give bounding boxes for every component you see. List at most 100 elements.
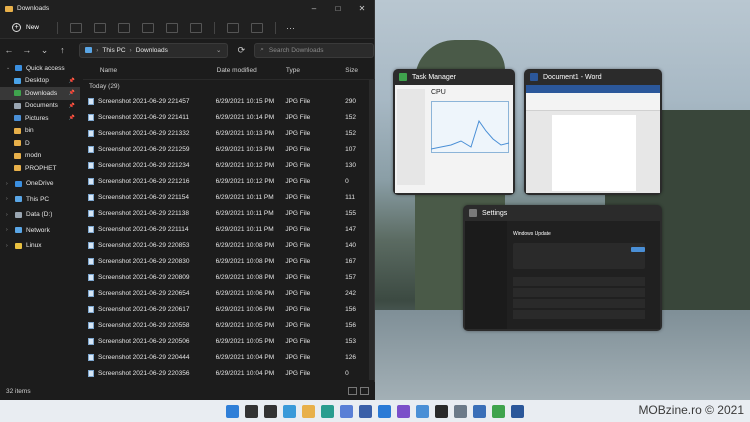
sidebar-item[interactable]: modn xyxy=(0,150,80,163)
table-row[interactable]: Screenshot 2021-06-29 220830 6/29/2021 10… xyxy=(83,253,375,269)
sidebar-item[interactable]: bin xyxy=(0,125,80,138)
table-row[interactable]: Screenshot 2021-06-29 221114 6/29/2021 10… xyxy=(83,221,375,237)
photos-icon[interactable] xyxy=(416,404,429,418)
address-dropdown-icon[interactable]: ⌄ xyxy=(216,46,221,54)
paste-icon[interactable] xyxy=(118,22,131,33)
terminal-icon[interactable] xyxy=(435,404,448,418)
details-view-icon[interactable] xyxy=(348,387,357,395)
file-type: JPG File xyxy=(285,257,311,265)
snip-icon[interactable] xyxy=(473,404,486,418)
window-title: Downloads xyxy=(17,5,50,12)
widgets-icon[interactable] xyxy=(283,404,296,418)
column-date-modified[interactable]: Date modified xyxy=(217,67,286,74)
chevron-right-icon[interactable]: › xyxy=(6,196,11,202)
maximize-icon[interactable]: □ xyxy=(326,4,350,13)
table-row[interactable]: Screenshot 2021-06-29 220853 6/29/2021 10… xyxy=(83,237,375,253)
table-row[interactable]: Screenshot 2021-06-29 221154 6/29/2021 10… xyxy=(83,189,375,205)
view-icon[interactable] xyxy=(251,22,264,33)
chevron-right-icon[interactable]: › xyxy=(6,227,11,233)
file-type: JPG File xyxy=(285,273,311,281)
chevron-right-icon[interactable]: › xyxy=(6,212,11,218)
table-row[interactable]: Screenshot 2021-06-29 220617 6/29/2021 10… xyxy=(83,301,375,317)
cut-icon[interactable] xyxy=(70,22,83,33)
visual-studio-icon[interactable] xyxy=(397,404,410,418)
table-row[interactable]: Screenshot 2021-06-29 220506 6/29/2021 10… xyxy=(83,333,375,349)
sidebar-item[interactable]: › Linux xyxy=(0,240,80,253)
sidebar-item[interactable]: Documents 📌 xyxy=(0,100,80,113)
word-icon[interactable] xyxy=(511,404,524,418)
floppy-app-icon[interactable] xyxy=(359,404,372,418)
scrollbar[interactable] xyxy=(369,80,374,380)
word-thumbnail[interactable]: Document1 - Word xyxy=(524,69,662,195)
file-date: 6/29/2021 10:06 PM xyxy=(215,289,275,297)
address-bar[interactable]: › This PC › Downloads ⌄ xyxy=(79,42,229,58)
back-icon[interactable]: ← xyxy=(4,45,14,55)
table-row[interactable]: Screenshot 2021-06-29 221332 6/29/2021 10… xyxy=(83,125,375,141)
more-icon[interactable]: ··· xyxy=(286,23,295,33)
watermark: MOBzine.ro © 2021 xyxy=(638,403,744,417)
share-icon[interactable] xyxy=(166,22,179,33)
sidebar-item[interactable]: D xyxy=(0,137,80,150)
task-view-icon[interactable] xyxy=(264,404,277,418)
search-input[interactable]: ⌕ Search Downloads xyxy=(254,42,375,58)
table-row[interactable]: Screenshot 2021-06-29 220654 6/29/2021 10… xyxy=(83,285,375,301)
chevron-right-icon[interactable]: ⌄ xyxy=(6,65,11,71)
table-row[interactable]: Screenshot 2021-06-29 220809 6/29/2021 10… xyxy=(83,269,375,285)
sidebar-item[interactable]: Downloads 📌 xyxy=(0,87,80,100)
edge-icon[interactable] xyxy=(321,404,334,418)
sidebar-item[interactable]: › Network xyxy=(0,224,80,237)
table-row[interactable]: Screenshot 2021-06-29 220444 6/29/2021 10… xyxy=(83,349,375,365)
file-date: 6/29/2021 10:04 PM xyxy=(215,353,275,361)
sidebar-item[interactable]: Desktop 📌 xyxy=(0,75,80,88)
search-icon[interactable] xyxy=(245,404,258,418)
table-row[interactable]: Screenshot 2021-06-29 220356 6/29/2021 10… xyxy=(83,365,375,381)
group-header-today[interactable]: Today (29) xyxy=(83,80,375,93)
new-button[interactable]: + New xyxy=(6,20,45,35)
store-icon[interactable] xyxy=(340,404,353,418)
pin-icon: 📌 xyxy=(68,102,75,109)
forward-icon[interactable]: → xyxy=(22,45,32,55)
column-name[interactable]: Name xyxy=(100,67,217,74)
refresh-icon[interactable]: ⟳ xyxy=(236,45,246,56)
sidebar-item[interactable]: ⌄ Quick access xyxy=(0,62,80,75)
sidebar-item[interactable]: Pictures 📌 xyxy=(0,112,80,125)
divider xyxy=(214,21,216,34)
up-icon[interactable]: ↑ xyxy=(57,45,67,55)
sort-icon[interactable] xyxy=(227,22,240,33)
chevron-right-icon[interactable]: › xyxy=(6,243,11,249)
sidebar-item[interactable]: › Data (D:) xyxy=(0,209,80,222)
table-row[interactable]: Screenshot 2021-06-29 221259 6/29/2021 10… xyxy=(83,141,375,157)
file-date: 6/29/2021 10:11 PM xyxy=(215,193,274,201)
table-row[interactable]: Screenshot 2021-06-29 220558 6/29/2021 10… xyxy=(83,317,375,333)
task-manager-icon[interactable] xyxy=(492,404,505,418)
rename-icon[interactable] xyxy=(142,22,155,33)
table-row[interactable]: Screenshot 2021-06-29 221411 6/29/2021 10… xyxy=(83,109,375,125)
chevron-down-icon[interactable]: ⌄ xyxy=(40,45,50,56)
sidebar-item[interactable]: PROPHET xyxy=(0,162,80,175)
sidebar-item[interactable]: › This PC xyxy=(0,193,80,206)
column-size[interactable]: Size xyxy=(345,67,375,74)
file-type: JPG File xyxy=(285,353,311,361)
breadcrumb-downloads[interactable]: Downloads xyxy=(136,47,168,54)
table-row[interactable]: Screenshot 2021-06-29 221457 6/29/2021 10… xyxy=(83,93,375,109)
settings-gear-icon[interactable] xyxy=(454,404,467,418)
chevron-right-icon[interactable]: › xyxy=(6,181,11,187)
vs-code-icon[interactable] xyxy=(378,404,391,418)
task-manager-thumbnail[interactable]: Task Manager CPU xyxy=(393,69,515,195)
jpg-file-icon xyxy=(88,241,94,249)
close-icon[interactable]: ✕ xyxy=(350,4,374,13)
settings-thumbnail[interactable]: Settings Windows Update xyxy=(463,205,662,331)
tiles-view-icon[interactable] xyxy=(360,387,369,395)
table-row[interactable]: Screenshot 2021-06-29 221138 6/29/2021 10… xyxy=(83,205,375,221)
table-row[interactable]: Screenshot 2021-06-29 221234 6/29/2021 10… xyxy=(83,157,375,173)
thumbnail-title-bar: Task Manager xyxy=(393,69,515,85)
file-explorer-icon[interactable] xyxy=(302,404,315,418)
sidebar-item[interactable]: › OneDrive xyxy=(0,178,80,191)
copy-icon[interactable] xyxy=(94,22,107,33)
start-icon[interactable] xyxy=(226,404,239,418)
column-type[interactable]: Type xyxy=(286,67,345,74)
delete-icon[interactable] xyxy=(190,22,203,33)
table-row[interactable]: Screenshot 2021-06-29 221216 6/29/2021 10… xyxy=(83,173,375,189)
minimize-icon[interactable]: – xyxy=(302,4,326,13)
breadcrumb-this-pc[interactable]: This PC xyxy=(102,47,125,54)
